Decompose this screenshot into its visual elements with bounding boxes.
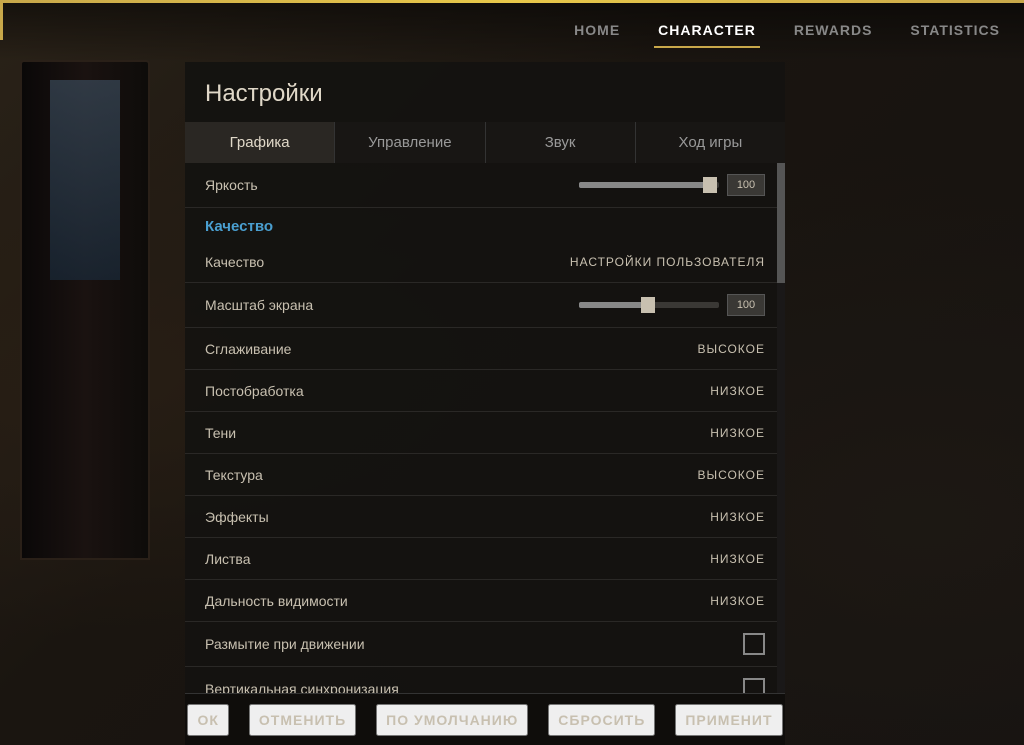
brightness-value: 100 (727, 174, 765, 196)
nav-bar: HOME CHARACTER REWARDS STATISTICS (0, 0, 1024, 62)
nav-tab-character[interactable]: CHARACTER (654, 14, 760, 48)
action-bar: ОК ОТМЕНИТЬ ПО УМОЛЧАНИЮ СБРОСИТЬ ПРИМЕН… (185, 693, 785, 745)
row-effects: Эффекты НИЗКОЕ (185, 496, 785, 538)
row-quality: Качество НАСТРОЙКИ ПОЛЬЗОВАТЕЛЯ (185, 241, 785, 283)
label-motionblur: Размытие при движении (205, 636, 743, 652)
scale-slider-track[interactable] (579, 302, 719, 308)
brightness-row: Яркость 100 (185, 163, 785, 208)
checkbox-vsync[interactable] (743, 678, 765, 693)
label-vsync: Вертикальная синхронизация (205, 681, 743, 693)
brightness-slider-track[interactable] (579, 182, 719, 188)
scrollbar-track (777, 163, 785, 693)
tab-graphics[interactable]: Графика (185, 122, 335, 163)
scale-slider-thumb[interactable] (641, 297, 655, 313)
row-postprocess: Постобработка НИЗКОЕ (185, 370, 785, 412)
row-scale: Масштаб экрана 100 (185, 283, 785, 328)
accent-bar (0, 0, 1024, 3)
nav-tab-home[interactable]: HOME (570, 14, 624, 48)
scale-slider-container: 100 (579, 294, 765, 316)
row-viewdist: Дальность видимости НИЗКОЕ (185, 580, 785, 622)
apply-button[interactable]: ПРИМЕНИТ (675, 704, 782, 736)
label-scale: Масштаб экрана (205, 297, 579, 313)
brightness-slider-fill (579, 182, 705, 188)
row-motionblur: Размытие при движении (185, 622, 785, 667)
value-effects[interactable]: НИЗКОЕ (710, 510, 765, 524)
scale-value: 100 (727, 294, 765, 316)
scale-slider-fill (579, 302, 649, 308)
value-shadows[interactable]: НИЗКОЕ (710, 426, 765, 440)
label-aa: Сглаживание (205, 341, 697, 357)
reset-button[interactable]: СБРОСИТЬ (548, 704, 655, 736)
tab-gameplay[interactable]: Ход игры (636, 122, 785, 163)
brightness-label: Яркость (205, 177, 579, 193)
label-shadows: Тени (205, 425, 710, 441)
row-shadows: Тени НИЗКОЕ (185, 412, 785, 454)
settings-tab-row: Графика Управление Звук Ход игры (185, 122, 785, 163)
cancel-button[interactable]: ОТМЕНИТЬ (249, 704, 356, 736)
label-foliage: Листва (205, 551, 710, 567)
settings-content: Яркость 100 Качество Качество НАСТРОЙКИ … (185, 163, 785, 693)
row-texture: Текстура ВЫСОКОЕ (185, 454, 785, 496)
panel-title: Настройки (185, 62, 785, 122)
default-button[interactable]: ПО УМОЛЧАНИЮ (376, 704, 528, 736)
row-vsync: Вертикальная синхронизация (185, 667, 785, 693)
corner-decoration (0, 0, 40, 40)
scrollbar-thumb[interactable] (777, 163, 785, 283)
settings-panel: Настройки Графика Управление Звук Ход иг… (185, 62, 785, 693)
bg-window (50, 80, 120, 280)
brightness-slider-container: 100 (579, 174, 765, 196)
label-texture: Текстура (205, 467, 697, 483)
value-foliage[interactable]: НИЗКОЕ (710, 552, 765, 566)
value-quality[interactable]: НАСТРОЙКИ ПОЛЬЗОВАТЕЛЯ (570, 255, 765, 269)
ok-button[interactable]: ОК (187, 704, 228, 736)
label-postprocess: Постобработка (205, 383, 710, 399)
value-texture[interactable]: ВЫСОКОЕ (697, 468, 765, 482)
quality-section-heading: Качество (185, 208, 785, 241)
checkbox-motionblur[interactable] (743, 633, 765, 655)
value-postprocess[interactable]: НИЗКОЕ (710, 384, 765, 398)
label-viewdist: Дальность видимости (205, 593, 710, 609)
value-viewdist[interactable]: НИЗКОЕ (710, 594, 765, 608)
settings-scroll[interactable]: Яркость 100 Качество Качество НАСТРОЙКИ … (185, 163, 785, 693)
row-foliage: Листва НИЗКОЕ (185, 538, 785, 580)
label-effects: Эффекты (205, 509, 710, 525)
tab-controls[interactable]: Управление (335, 122, 485, 163)
tab-sound[interactable]: Звук (486, 122, 636, 163)
value-aa[interactable]: ВЫСОКОЕ (697, 342, 765, 356)
row-aa: Сглаживание ВЫСОКОЕ (185, 328, 785, 370)
nav-tab-statistics[interactable]: STATISTICS (906, 14, 1004, 48)
brightness-slider-thumb[interactable] (703, 177, 717, 193)
nav-tabs: HOME CHARACTER REWARDS STATISTICS (570, 14, 1004, 48)
label-quality: Качество (205, 254, 570, 270)
nav-tab-rewards[interactable]: REWARDS (790, 14, 877, 48)
